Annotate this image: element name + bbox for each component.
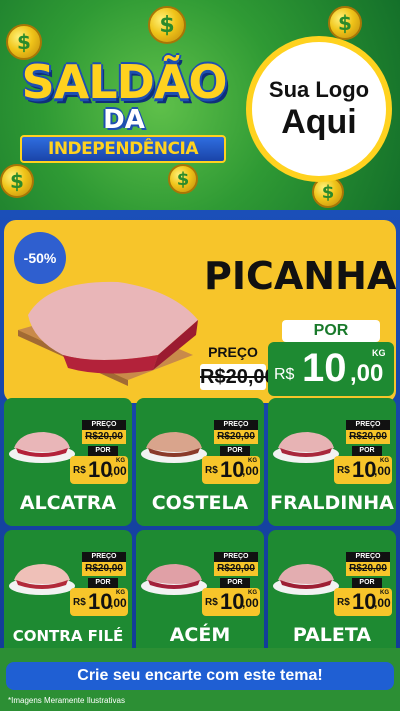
price-cents: ,00 (110, 464, 127, 478)
price-integer: 10 (352, 457, 377, 482)
price-integer: 10 (302, 346, 347, 390)
old-price-label: PREÇO (82, 552, 126, 562)
product-price: R$ 10,00 KG (202, 588, 260, 616)
price-integer: 10 (220, 457, 245, 482)
price-cents: ,00 (242, 596, 259, 610)
logo-placeholder: Sua Logo Aqui (246, 36, 392, 182)
title-independencia: INDEPENDÊNCIA (20, 135, 226, 163)
old-price: R$20,00 (346, 430, 390, 444)
price-integer: 10 (88, 457, 113, 482)
product-price: R$ 10,00 KG (334, 588, 392, 616)
old-price-label: PREÇO (346, 420, 390, 430)
old-price-label: PREÇO (346, 552, 390, 562)
old-price: R$20,00 (82, 430, 126, 444)
product-card: PREÇO R$20,00 POR R$ 10,00 KG ACÉM (136, 530, 264, 658)
product-name: FRALDINHA (270, 492, 394, 514)
unit: KG (248, 458, 257, 464)
por-label: POR (282, 320, 380, 342)
product-name: PALETA (292, 624, 372, 646)
currency: R$ (337, 597, 350, 608)
por-label: POR (220, 446, 250, 456)
unit: KG (248, 590, 257, 596)
old-price-label: PREÇO (82, 420, 126, 430)
product-name: COSTELA (151, 492, 249, 514)
por-label: POR (88, 446, 118, 456)
unit: KG (372, 348, 386, 358)
title-da: DA (103, 105, 145, 135)
old-price: R$20,00 (346, 562, 390, 576)
featured-product-card: -50% PICANHA PREÇO R$20,00 POR R$ 10 ,00… (4, 220, 396, 403)
meat-image (141, 432, 207, 463)
por-label: POR (88, 578, 118, 588)
price-cents: ,00 (110, 596, 127, 610)
product-name: CONTRA FILÉ (12, 627, 124, 645)
old-price: R$20,00 (214, 562, 258, 576)
meat-image (273, 432, 339, 463)
por-label: POR (352, 446, 382, 456)
old-price: R$20,00 (82, 562, 126, 576)
meat-image (141, 564, 207, 595)
price-cents: ,00 (242, 464, 259, 478)
old-price-label: PREÇO (208, 344, 258, 360)
product-card: PREÇO R$20,00 POR R$ 10,00 KG ALCATRA (4, 398, 132, 526)
product-price: R$ 10,00 KG (202, 456, 260, 484)
unit: KG (116, 590, 125, 596)
product-price: R$ 10,00 KG (70, 456, 128, 484)
disclaimer: *Imagens Meramente Ilustrativas (8, 696, 125, 705)
currency: R$ (73, 597, 86, 608)
por-label: POR (220, 578, 250, 588)
currency: R$ (73, 465, 86, 476)
coin-icon: $ (148, 6, 186, 44)
price-integer: 10 (220, 589, 245, 614)
header-banner: $ $ $ $ $ $ SALDÃO DA INDEPENDÊNCIA Sua … (0, 0, 400, 210)
logo-line2: Aqui (281, 103, 357, 141)
currency: R$ (205, 597, 218, 608)
coin-icon: $ (328, 6, 362, 40)
footer: Crie seu encarte com este tema! *Imagens… (0, 648, 400, 711)
unit: KG (380, 590, 389, 596)
price-cents: ,00 (350, 360, 384, 387)
price-cents: ,00 (374, 464, 391, 478)
product-name: ACÉM (169, 624, 231, 646)
product-card: PREÇO R$20,00 POR R$ 10,00 KG FRALDINHA (268, 398, 396, 526)
campaign-title: SALDÃO DA INDEPENDÊNCIA (8, 55, 240, 170)
price-cents: ,00 (374, 596, 391, 610)
featured-price: R$ 10 ,00 KG (268, 342, 394, 396)
title-saldao: SALDÃO (21, 55, 228, 109)
unit: KG (380, 458, 389, 464)
featured-product-name: PICANHA (204, 254, 397, 298)
meat-image (273, 564, 339, 595)
product-name: ALCATRA (19, 492, 117, 514)
product-card: PREÇO R$20,00 POR R$ 10,00 KG CONTRA FILÉ (4, 530, 132, 658)
currency: R$ (337, 465, 350, 476)
product-price: R$ 10,00 KG (334, 456, 392, 484)
old-price-label: PREÇO (214, 420, 258, 430)
create-flyer-button[interactable]: Crie seu encarte com este tema! (6, 662, 394, 690)
product-card: PREÇO R$20,00 POR R$ 10,00 KG COSTELA (136, 398, 264, 526)
old-price-label: PREÇO (214, 552, 258, 562)
price-integer: 10 (352, 589, 377, 614)
price-integer: 10 (88, 589, 113, 614)
currency: R$ (274, 366, 295, 383)
meat-image (9, 564, 75, 595)
unit: KG (116, 458, 125, 464)
meat-image (9, 432, 75, 463)
main-area: -50% PICANHA PREÇO R$20,00 POR R$ 10 ,00… (0, 210, 400, 671)
product-price: R$ 10,00 KG (70, 588, 128, 616)
por-label: POR (352, 578, 382, 588)
currency: R$ (205, 465, 218, 476)
old-price: R$20,00 (214, 430, 258, 444)
logo-line1: Sua Logo (268, 77, 370, 102)
discount-badge: -50% (14, 232, 66, 284)
product-card: PREÇO R$20,00 POR R$ 10,00 KG PALETA (268, 530, 396, 658)
old-price: R$20,00 (200, 364, 276, 390)
